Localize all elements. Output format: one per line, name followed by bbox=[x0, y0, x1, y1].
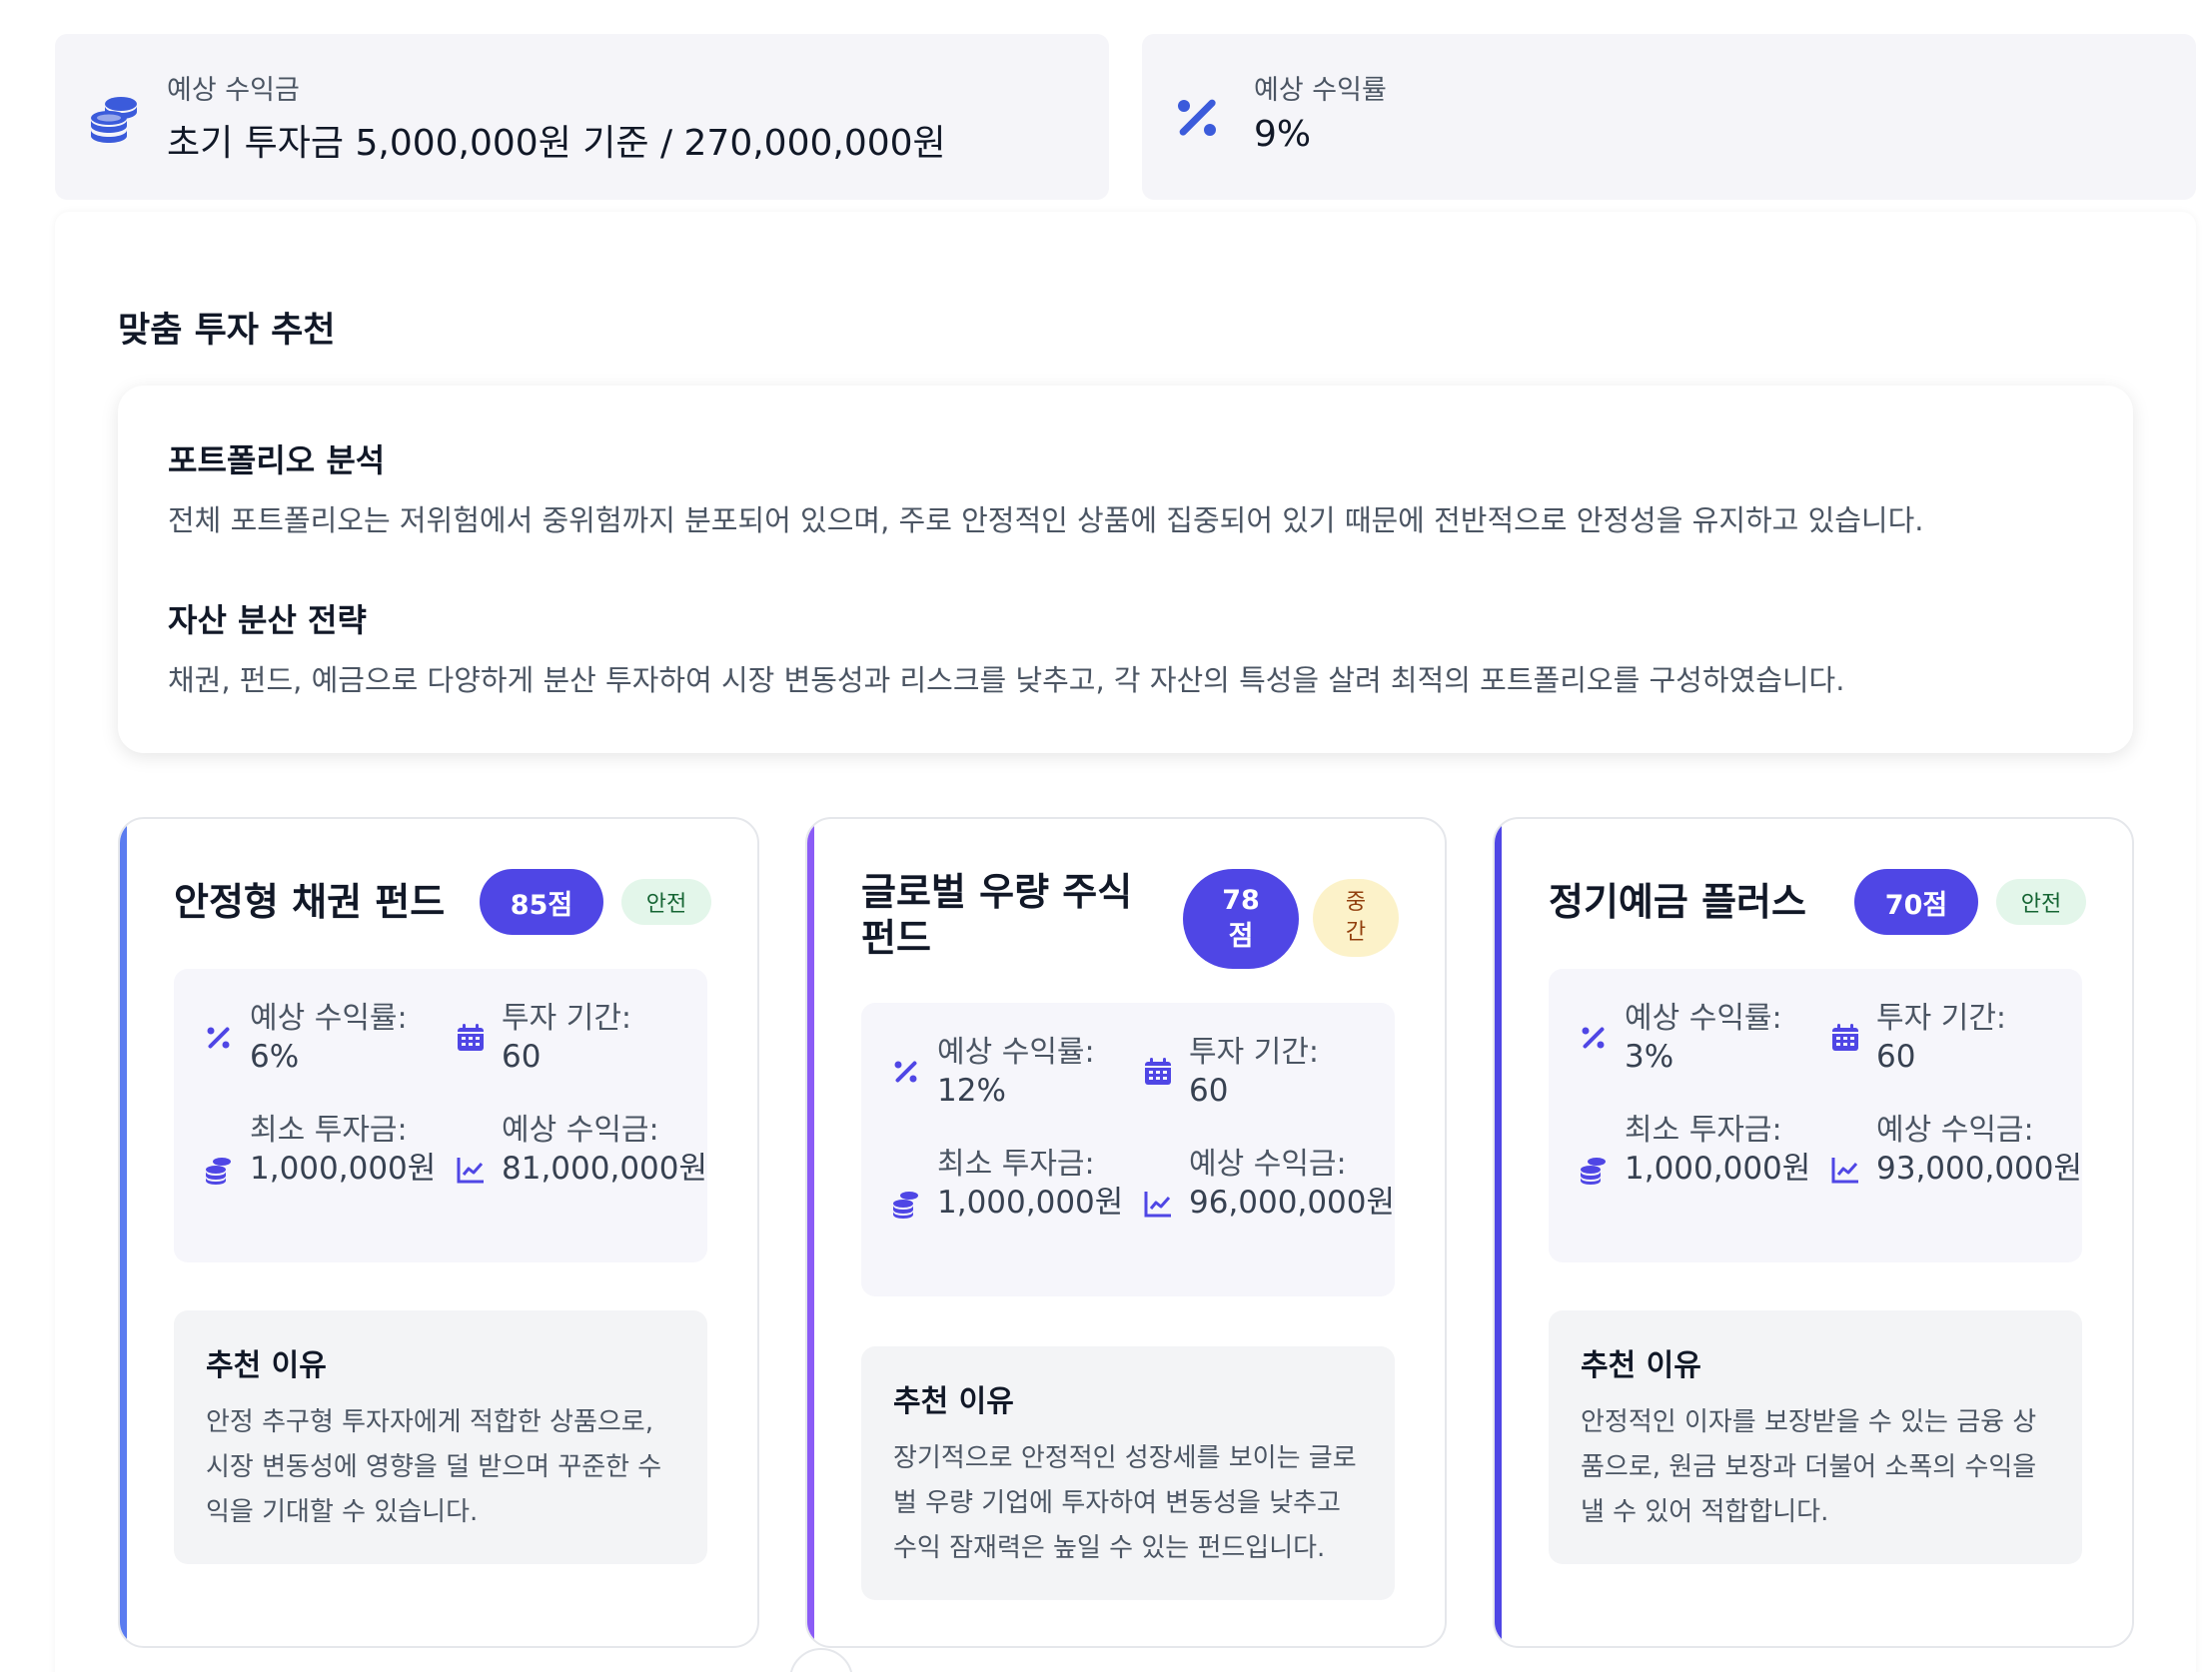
portfolio-analysis-title: 포트폴리오 분석 bbox=[168, 441, 386, 479]
reason-text: 안정적인 이자를 보장받을 수 있는 금융 상품으로, 원금 보장과 더불어 소… bbox=[1581, 1407, 2037, 1527]
stat-rate-label: 예상 수익률: bbox=[1625, 1001, 1782, 1036]
line-chart-icon bbox=[1831, 1158, 1858, 1184]
coins-icon bbox=[91, 97, 137, 143]
line-chart-icon bbox=[1144, 1192, 1171, 1218]
stat-min-label: 최소 투자금: bbox=[937, 1147, 1095, 1182]
reason-text: 장기적으로 안정적인 성장세를 보이는 글로벌 우량 기업에 투자하여 변동성을… bbox=[893, 1443, 1357, 1563]
reason-text: 안정 추구형 투자자에게 적합한 상품으로, 시장 변동성에 영향을 덜 받으며… bbox=[206, 1407, 662, 1527]
percent-icon bbox=[894, 1061, 917, 1083]
product-title: 안정형 채권 펀드 bbox=[174, 880, 446, 924]
calendar-icon bbox=[1145, 1058, 1171, 1085]
line-chart-icon bbox=[457, 1158, 484, 1184]
product-title: 정기예금 플러스 bbox=[1549, 880, 1806, 924]
reason-title: 추천 이유 bbox=[893, 1384, 1014, 1419]
score-badge: 70점 bbox=[1854, 869, 1978, 935]
percent-icon bbox=[1582, 1027, 1605, 1049]
reason-box: 추천 이유 장기적으로 안정적인 성장세를 보이는 글로벌 우량 기업에 투자하… bbox=[861, 1346, 1395, 1600]
coins-icon bbox=[206, 1158, 231, 1185]
product-title: 글로벌 우량 주식 펀드 bbox=[861, 870, 1133, 960]
stats-box: 예상 수익률: 12% 투자 기간: 60 최소 투자금: 1,000,000원… bbox=[861, 1003, 1395, 1296]
expected-rate-label: 예상 수익률 bbox=[1254, 75, 1387, 106]
stat-min-label: 최소 투자금: bbox=[1625, 1113, 1782, 1148]
stat-period-label: 투자 기간: bbox=[1876, 1001, 2007, 1036]
stat-min-value: 1,000,000원 bbox=[1625, 1151, 1811, 1187]
expected-rate-card: 예상 수익률 9% bbox=[1142, 34, 2196, 200]
stat-min-value: 1,000,000원 bbox=[250, 1151, 437, 1187]
portfolio-analysis-box: 포트폴리오 분석 전체 포트폴리오는 저위험에서 중위험까지 분포되어 있으며,… bbox=[118, 386, 2133, 753]
stat-rate-value: 6% bbox=[250, 1039, 300, 1075]
stat-period-value: 60 bbox=[502, 1039, 542, 1075]
stat-min-value: 1,000,000원 bbox=[937, 1185, 1124, 1221]
expected-rate-value: 9% bbox=[1254, 114, 1312, 155]
product-card-global-stock-fund[interactable]: 글로벌 우량 주식 펀드 78점 중간 예상 수익률: 12% 투자 기간: 6… bbox=[805, 817, 1447, 1648]
stat-period-value: 60 bbox=[1189, 1073, 1229, 1109]
reason-box: 추천 이유 안정 추구형 투자자에게 적합한 상품으로, 시장 변동성에 영향을… bbox=[174, 1310, 707, 1564]
coins-icon bbox=[1581, 1158, 1606, 1185]
stat-rate-value: 3% bbox=[1625, 1039, 1674, 1075]
risk-badge: 안전 bbox=[621, 879, 711, 925]
portfolio-analysis-text: 전체 포트폴리오는 저위험에서 중위험까지 분포되어 있으며, 주로 안정적인 … bbox=[168, 503, 1924, 537]
product-card-bond-fund[interactable]: 안정형 채권 펀드 85점 안전 예상 수익률: 6% 투자 기간: 60 최소… bbox=[118, 817, 759, 1648]
reason-title: 추천 이유 bbox=[1581, 1348, 1701, 1383]
risk-badge: 중간 bbox=[1313, 879, 1399, 957]
stat-rate-label: 예상 수익률: bbox=[250, 1001, 408, 1036]
score-badge: 78점 bbox=[1183, 869, 1299, 969]
stat-min-label: 최소 투자금: bbox=[250, 1113, 408, 1148]
strategy-title: 자산 분산 전략 bbox=[168, 601, 367, 639]
stats-box: 예상 수익률: 3% 투자 기간: 60 최소 투자금: 1,000,000원 … bbox=[1549, 969, 2082, 1262]
coins-icon bbox=[893, 1192, 918, 1219]
calendar-icon bbox=[1832, 1024, 1858, 1051]
stat-profit-value: 93,000,000원 bbox=[1876, 1151, 2083, 1187]
stat-period-value: 60 bbox=[1876, 1039, 1916, 1075]
percent-icon bbox=[207, 1027, 230, 1049]
card-accent-bar bbox=[120, 819, 127, 1646]
stat-period-label: 투자 기간: bbox=[502, 1001, 632, 1036]
section-title: 맞춤 투자 추천 bbox=[118, 311, 336, 351]
stat-profit-value: 96,000,000원 bbox=[1189, 1185, 1396, 1221]
product-card-deposit-plus[interactable]: 정기예금 플러스 70점 안전 예상 수익률: 3% 투자 기간: 60 최소 … bbox=[1493, 817, 2134, 1648]
calendar-icon bbox=[458, 1024, 484, 1051]
stat-profit-label: 예상 수익금: bbox=[502, 1113, 659, 1148]
reason-title: 추천 이유 bbox=[206, 1348, 327, 1383]
expected-profit-label: 예상 수익금 bbox=[167, 75, 300, 106]
stat-rate-value: 12% bbox=[937, 1073, 1006, 1109]
expected-profit-value: 초기 투자금 5,000,000원 기준 / 270,000,000원 bbox=[167, 123, 946, 164]
score-badge: 85점 bbox=[480, 869, 603, 935]
card-accent-bar bbox=[1495, 819, 1502, 1646]
reason-box: 추천 이유 안정적인 이자를 보장받을 수 있는 금융 상품으로, 원금 보장과… bbox=[1549, 1310, 2082, 1564]
risk-badge: 안전 bbox=[1996, 879, 2086, 925]
stat-profit-value: 81,000,000원 bbox=[502, 1151, 708, 1187]
stat-rate-label: 예상 수익률: bbox=[937, 1035, 1095, 1070]
stat-profit-label: 예상 수익금: bbox=[1876, 1113, 2034, 1148]
strategy-text: 채권, 펀드, 예금으로 다양하게 분산 투자하여 시장 변동성과 리스크를 낮… bbox=[168, 663, 1845, 697]
expected-profit-card: 예상 수익금 초기 투자금 5,000,000원 기준 / 270,000,00… bbox=[55, 34, 1109, 200]
card-accent-bar bbox=[807, 819, 814, 1646]
percent-icon bbox=[1178, 99, 1216, 136]
stats-box: 예상 수익률: 6% 투자 기간: 60 최소 투자금: 1,000,000원 … bbox=[174, 969, 707, 1262]
stat-profit-label: 예상 수익금: bbox=[1189, 1147, 1347, 1182]
stat-period-label: 투자 기간: bbox=[1189, 1035, 1320, 1070]
